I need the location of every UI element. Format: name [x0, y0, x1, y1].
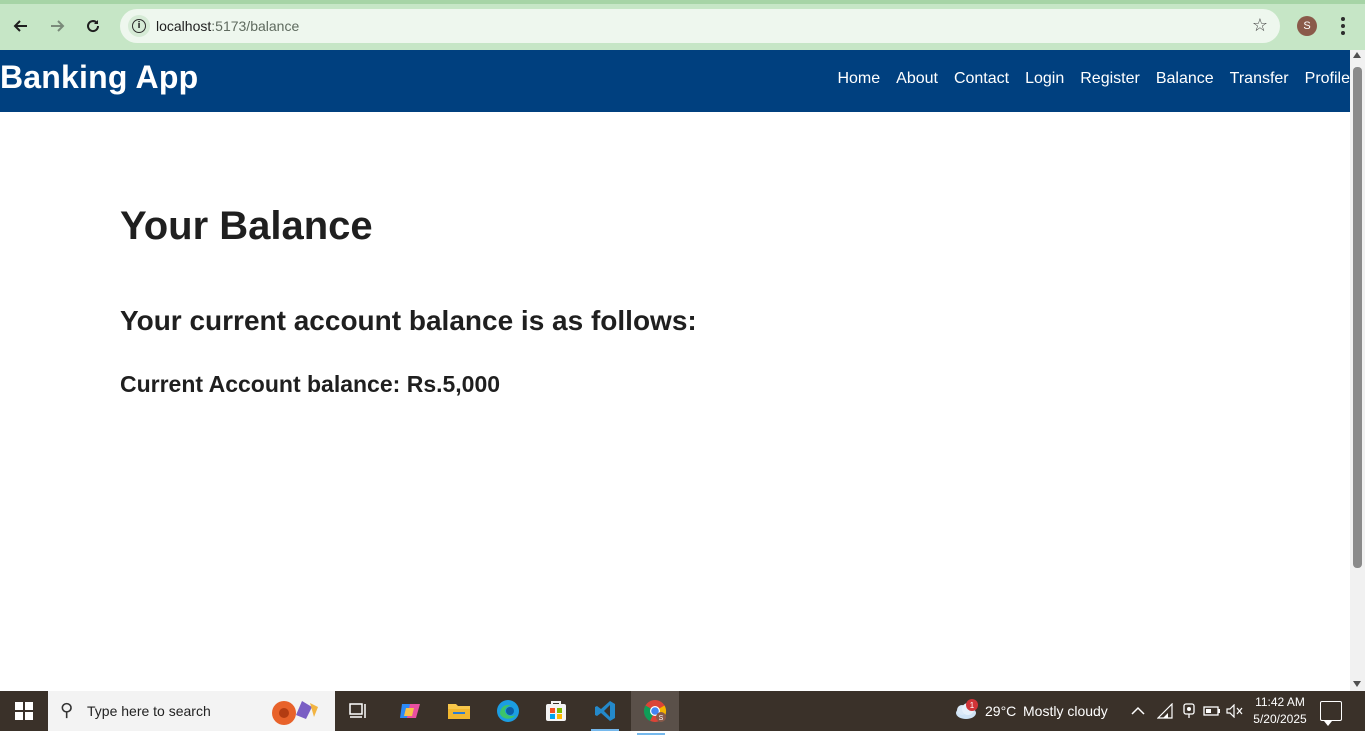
system-clock[interactable]: 11:42 AM 5/20/2025 — [1248, 694, 1312, 728]
clock-time: 11:42 AM — [1255, 695, 1305, 709]
tab-strip — [0, 0, 1365, 4]
volume-muted-icon[interactable] — [1226, 691, 1244, 731]
search-icon: ⚲ — [60, 700, 74, 720]
microsoft-store-icon[interactable] — [536, 695, 576, 727]
task-view-icon[interactable] — [339, 695, 379, 727]
reload-icon — [87, 20, 100, 33]
profile-avatar[interactable]: S — [1297, 16, 1317, 36]
forward-button[interactable] — [44, 13, 70, 39]
copilot-icon[interactable] — [390, 695, 430, 727]
site-info-button[interactable]: i — [128, 15, 150, 37]
reload-button[interactable] — [80, 13, 106, 39]
url-host: localhost — [156, 18, 212, 34]
nav-transfer[interactable]: Transfer — [1230, 70, 1289, 88]
page-scrollbar[interactable] — [1350, 50, 1365, 691]
balance-subtitle: Your current account balance is as follo… — [120, 305, 697, 336]
network-icon[interactable] — [1157, 691, 1175, 731]
balance-label: Current Account balance: — [120, 371, 407, 397]
scroll-down-arrow-icon[interactable] — [1353, 681, 1361, 687]
clock-date: 5/20/2025 — [1253, 712, 1307, 726]
start-button[interactable] — [0, 691, 48, 731]
scroll-thumb[interactable] — [1353, 67, 1362, 568]
brand-logo-text[interactable]: Banking App — [0, 59, 198, 96]
app-navbar: Banking App Home About Contact Login Reg… — [0, 50, 1350, 112]
battery-icon[interactable] — [1203, 691, 1221, 731]
chrome-icon[interactable]: S — [631, 691, 679, 735]
show-hidden-icons-chevron-icon[interactable] — [1131, 691, 1145, 731]
taskbar-search-box[interactable]: ⚲ Type here to search — [48, 691, 335, 731]
forward-arrow-icon — [51, 20, 65, 32]
meet-now-icon[interactable] — [1181, 691, 1197, 731]
browser-toolbar: i localhost:5173/balance ☆ S — [0, 0, 1365, 50]
weather-temp[interactable]: 29°C — [985, 691, 1016, 731]
nav-balance[interactable]: Balance — [1156, 70, 1214, 88]
file-explorer-icon[interactable] — [439, 695, 479, 727]
nav-about[interactable]: About — [896, 70, 938, 88]
scroll-up-arrow-icon[interactable] — [1353, 52, 1361, 58]
balance-line: Current Account balance: Rs.5,000 — [120, 371, 500, 398]
nav-profile[interactable]: Profile — [1305, 70, 1350, 88]
nav-links: Home About Contact Login Register Balanc… — [837, 70, 1350, 88]
url-path: :5173/balance — [211, 18, 300, 34]
nav-home[interactable]: Home — [837, 70, 880, 88]
weather-badge: 1 — [966, 699, 978, 711]
back-button[interactable] — [8, 13, 34, 39]
vscode-icon[interactable] — [585, 695, 625, 731]
weather-widget[interactable] — [952, 691, 978, 731]
search-placeholder: Type here to search — [87, 703, 211, 719]
edge-icon[interactable] — [488, 695, 528, 727]
bookmark-star-icon[interactable]: ☆ — [1252, 15, 1268, 36]
windows-taskbar: ⚲ Type here to search S 1 29°C Mostly cl… — [0, 691, 1365, 735]
search-highlight-flower-icon — [272, 701, 318, 725]
windows-logo-icon — [15, 702, 33, 720]
nav-contact[interactable]: Contact — [954, 70, 1009, 88]
nav-login[interactable]: Login — [1025, 70, 1064, 88]
url-text[interactable]: localhost:5173/balance — [156, 18, 299, 34]
svg-text:S: S — [659, 715, 664, 722]
address-bar[interactable]: i localhost:5173/balance ☆ — [120, 9, 1280, 43]
notification-center-icon[interactable] — [1320, 701, 1342, 726]
page-title: Your Balance — [120, 204, 373, 248]
weather-description[interactable]: Mostly cloudy — [1023, 691, 1108, 731]
nav-register[interactable]: Register — [1080, 70, 1140, 88]
balance-amount: Rs.5,000 — [406, 371, 501, 397]
info-icon: i — [132, 19, 146, 33]
back-arrow-icon — [13, 20, 27, 32]
browser-menu-icon[interactable] — [1333, 14, 1353, 38]
